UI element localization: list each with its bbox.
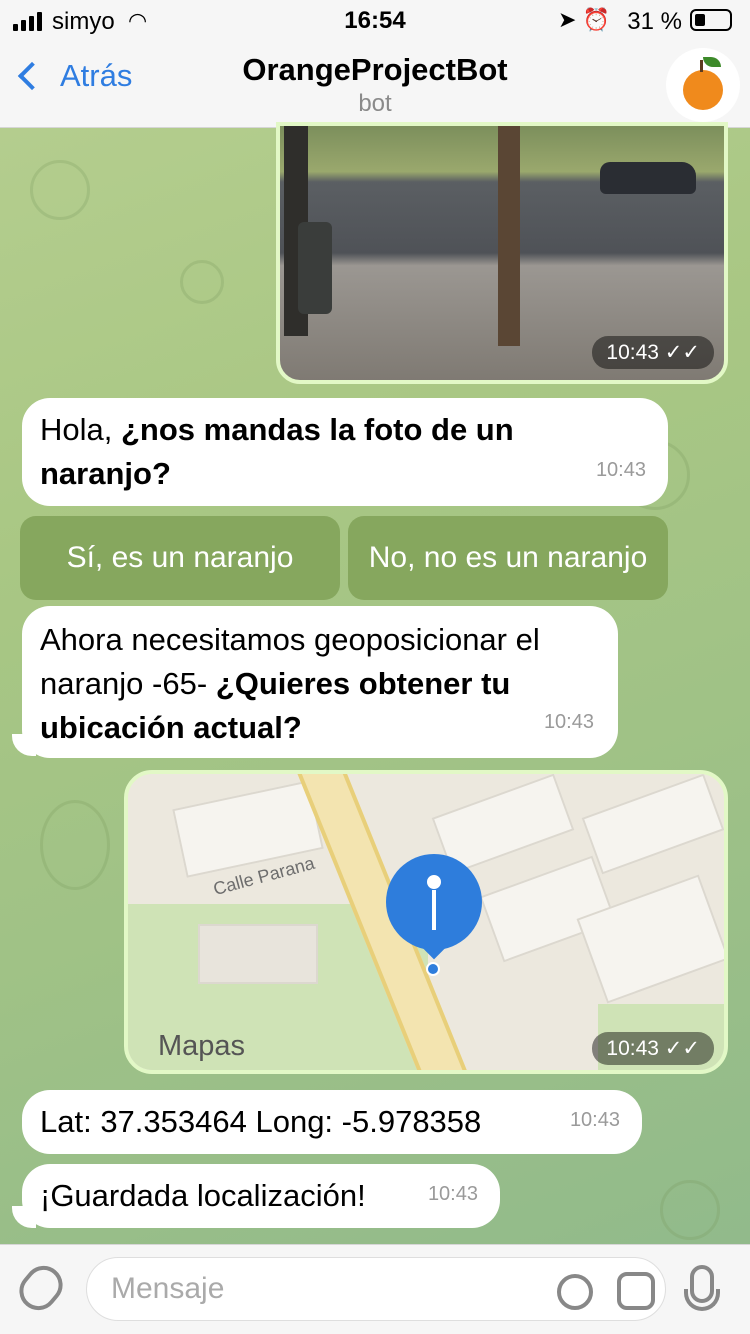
map-block (581, 774, 724, 875)
map-timestamp: 10:43 ✓✓ (592, 1032, 714, 1065)
pin-needle (432, 890, 436, 930)
sticker-icon[interactable] (557, 1274, 593, 1310)
bot-message: Lat: 37.353464 Long: -5.978358 10:43 (22, 1090, 642, 1154)
no-orange-tree-button[interactable]: No, no es un naranjo (348, 516, 668, 600)
orange-icon (683, 70, 723, 110)
chat-subtitle: bot (358, 90, 392, 117)
background-doodle (30, 160, 90, 220)
bot-commands-icon[interactable] (617, 1272, 655, 1310)
battery-percent: 31 % (627, 8, 682, 35)
bot-avatar[interactable] (666, 48, 740, 122)
message-time: 10:43 (427, 1183, 478, 1205)
location-alarm-icons: ➤ ⏰ (558, 7, 610, 32)
orange-leaf (703, 57, 721, 67)
pin-head (424, 872, 444, 892)
background-doodle (660, 1180, 720, 1240)
message-text: ¡Guardada localización! (40, 1178, 366, 1213)
coordinates-text: Lat: 37.353464 Long: -5.978358 (40, 1104, 482, 1139)
bot-message: Ahora necesitamos geoposicionar el naran… (22, 606, 618, 758)
location-map-message[interactable]: Calle Parana Mapas 10:43 ✓✓ (124, 770, 728, 1074)
background-doodle (40, 800, 110, 890)
tree-trunk (498, 126, 520, 346)
bot-message: Hola, ¿nos mandas la foto de un naranjo?… (22, 398, 668, 506)
car (600, 162, 696, 194)
message-time: 10:43 (569, 1109, 620, 1131)
background-doodle (180, 260, 224, 304)
message-placeholder: Mensaje (111, 1272, 225, 1305)
message-text: Hola, (40, 412, 121, 447)
message-input[interactable]: Mensaje (86, 1257, 666, 1321)
read-checkmarks-icon: ✓✓ (664, 341, 700, 364)
map-pin-icon (386, 854, 482, 950)
status-bar: simyo ◠ 16:54 ➤ ⏰ 31 % (0, 0, 750, 40)
chat-title[interactable]: OrangeProjectBot (0, 52, 750, 88)
map-block (198, 924, 318, 984)
map-time-text: 10:43 (606, 1037, 659, 1060)
battery-icon (690, 9, 732, 31)
message-input-bar: Mensaje (0, 1244, 750, 1334)
message-time: 10:43 (595, 459, 646, 481)
read-checkmarks-icon: ✓✓ (664, 1037, 700, 1060)
trash-bin (298, 222, 332, 314)
location-dot (426, 962, 440, 976)
orange-stem (700, 60, 703, 72)
chat-header: Atrás OrangeProjectBot bot (0, 40, 750, 128)
yes-orange-tree-button[interactable]: Sí, es un naranjo (20, 516, 340, 600)
attach-paperclip-icon[interactable] (11, 1258, 71, 1318)
photo-time-text: 10:43 (606, 341, 659, 364)
message-time: 10:43 (543, 711, 594, 733)
apple-maps-logo: Mapas (158, 1030, 245, 1063)
microphone-stand (684, 1289, 720, 1311)
photo-timestamp: 10:43 ✓✓ (592, 336, 714, 369)
maps-logo-text: Mapas (158, 1030, 246, 1062)
bot-message: ¡Guardada localización! 10:43 (22, 1164, 500, 1228)
photo-message[interactable]: 10:43 ✓✓ (276, 122, 728, 384)
